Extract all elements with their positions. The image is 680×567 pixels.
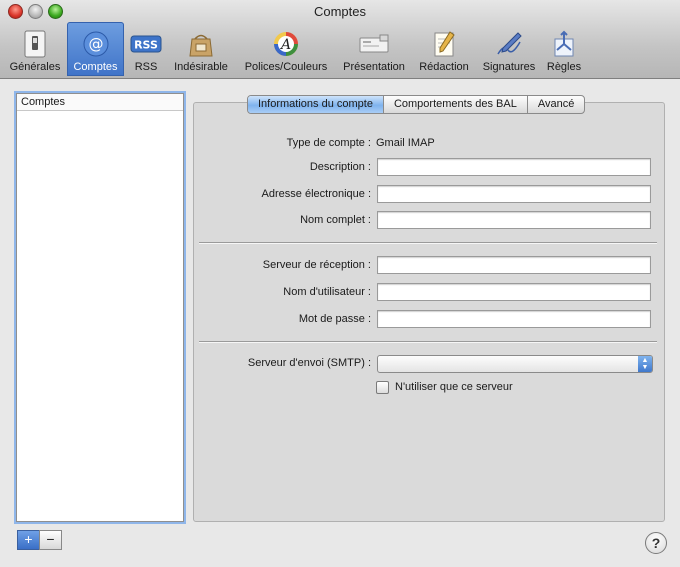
junk-mail-bag-icon — [185, 29, 217, 59]
incoming-server-row: Serveur de réception : — [193, 256, 663, 276]
rss-icon: RSS — [130, 29, 162, 59]
svg-text:RSS: RSS — [134, 39, 158, 52]
toolbar-item-regles[interactable]: Règles — [544, 22, 584, 76]
toolbar-label: Présentation — [343, 61, 405, 73]
toolbar-label: Comptes — [73, 61, 118, 73]
fullname-row: Nom complet : — [193, 211, 663, 231]
fullname-field[interactable] — [377, 211, 651, 229]
at-sign-icon: @ — [80, 29, 112, 59]
account-type-row: Type de compte : Gmail IMAP — [193, 134, 663, 154]
password-field[interactable] — [377, 310, 651, 328]
description-row: Description : — [193, 158, 663, 178]
svg-text:A: A — [279, 37, 291, 53]
password-label: Mot de passe : — [298, 313, 371, 325]
preferences-window: Comptes Générales @ Comptes RSS RSS Indé… — [0, 0, 680, 567]
toolbar-item-generales[interactable]: Générales — [6, 22, 64, 76]
account-type-value: Gmail IMAP — [376, 137, 435, 149]
toolbar-item-redaction[interactable]: Rédaction — [415, 22, 473, 76]
email-row: Adresse électronique : — [193, 185, 663, 205]
only-server-label: N'utiliser que ce serveur — [395, 381, 513, 393]
tab-informations-du-compte[interactable]: Informations du compte — [248, 96, 384, 113]
toolbar-item-rss[interactable]: RSS RSS — [127, 22, 165, 76]
toolbar-label: Indésirable — [174, 61, 228, 73]
switch-icon — [19, 29, 51, 59]
window-title: Comptes — [313, 4, 367, 19]
username-row: Nom d'utilisateur : — [193, 283, 663, 303]
help-button[interactable]: ? — [645, 532, 667, 554]
toolbar-item-polices-couleurs[interactable]: A Polices/Couleurs — [240, 22, 332, 76]
svg-text:@: @ — [88, 35, 103, 53]
add-account-button[interactable]: + — [17, 530, 40, 550]
rules-icon — [548, 29, 580, 59]
compose-pencil-icon — [428, 29, 460, 59]
presentation-icon — [358, 29, 390, 59]
toolbar-label: Polices/Couleurs — [244, 61, 328, 73]
smtp-label: Serveur d'envoi (SMTP) : — [247, 357, 371, 369]
email-label: Adresse électronique : — [261, 188, 371, 200]
username-field[interactable] — [377, 283, 651, 301]
fullname-label: Nom complet : — [300, 214, 371, 226]
tab-avance[interactable]: Avancé — [528, 96, 584, 113]
toolbar-item-comptes[interactable]: @ Comptes — [67, 22, 124, 76]
toolbar-item-signatures[interactable]: Signatures — [478, 22, 540, 76]
smtp-server-popup[interactable]: ▲ ▼ — [377, 355, 653, 373]
toolbar-label: Rédaction — [419, 61, 469, 73]
toolbar-label: Règles — [546, 61, 582, 73]
toolbar-label: Signatures — [482, 61, 536, 73]
description-label: Description : — [309, 161, 371, 173]
only-server-checkbox[interactable] — [376, 380, 389, 394]
popup-arrows-icon: ▲ ▼ — [638, 356, 652, 372]
password-row: Mot de passe : — [193, 310, 663, 330]
font-colors-icon: A — [270, 29, 302, 59]
email-field[interactable] — [377, 185, 651, 203]
separator — [199, 242, 657, 244]
toolbar-label: Générales — [9, 61, 61, 73]
toolbar-label: RSS — [134, 61, 158, 73]
tab-comportements-des-bal[interactable]: Comportements des BAL — [384, 96, 528, 113]
description-field[interactable] — [377, 158, 651, 176]
account-type-label: Type de compte : — [286, 137, 371, 149]
tab-bar: Informations du compte Comportements des… — [247, 95, 586, 114]
only-server-option[interactable]: N'utiliser que ce serveur — [376, 380, 513, 394]
toolbar-item-indesirable[interactable]: Indésirable — [170, 22, 232, 76]
separator — [199, 341, 657, 343]
incoming-server-label: Serveur de réception : — [262, 259, 371, 271]
signature-pen-icon — [493, 29, 525, 59]
remove-account-button[interactable]: − — [39, 530, 62, 550]
accounts-list[interactable]: Comptes — [16, 93, 184, 522]
title-bar: Comptes Générales @ Comptes RSS RSS Indé… — [0, 0, 680, 79]
username-label: Nom d'utilisateur : — [283, 286, 371, 298]
accounts-list-header[interactable]: Comptes — [17, 94, 183, 111]
incoming-server-field[interactable] — [377, 256, 651, 274]
toolbar-item-presentation[interactable]: Présentation — [339, 22, 409, 76]
